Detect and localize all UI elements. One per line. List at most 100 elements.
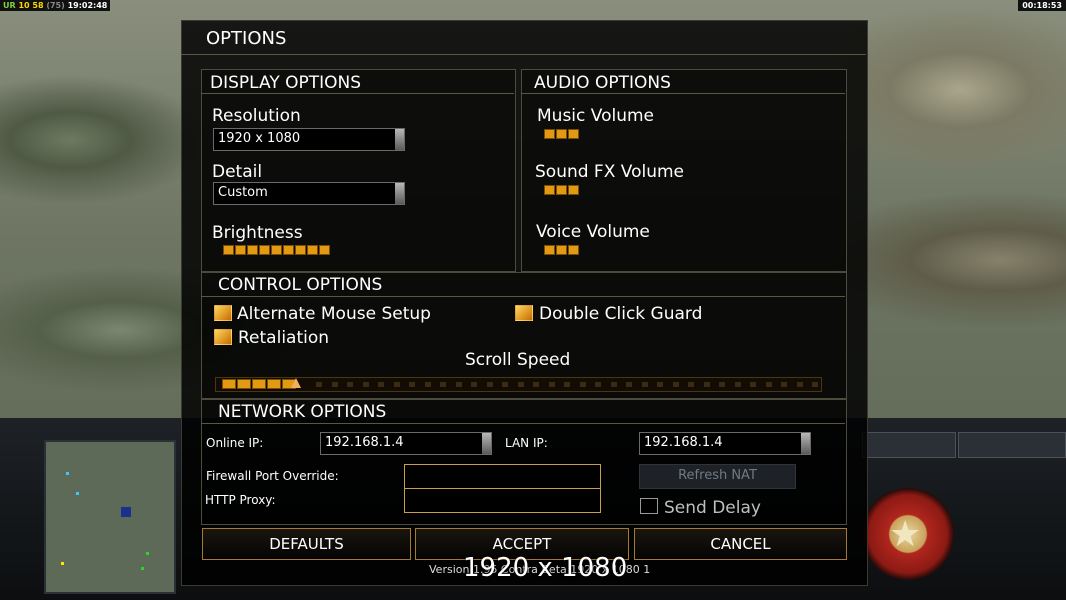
slider-segment <box>556 245 567 255</box>
firewall-port-label: Firewall Port Override: <box>206 469 339 483</box>
scroll-speed-tick <box>502 382 508 387</box>
hud-resources: UR 10 58 (75) 19:02:48 <box>0 0 111 11</box>
slider-segment <box>568 185 579 195</box>
scroll-speed-tick <box>688 382 694 387</box>
control-options-header: CONTROL OPTIONS <box>218 275 383 295</box>
resolution-dropdown[interactable]: 1920 x 1080 <box>213 128 405 151</box>
scroll-speed-tick <box>595 382 601 387</box>
minimap-base <box>121 507 131 517</box>
alt-mouse-checkbox[interactable] <box>214 305 232 321</box>
scroll-speed-tick <box>750 382 756 387</box>
double-click-guard-checkbox[interactable] <box>515 305 533 321</box>
scroll-speed-tick <box>719 382 725 387</box>
sidebar-tab-right[interactable] <box>958 432 1066 458</box>
online-ip-label: Online IP: <box>206 436 264 450</box>
scroll-speed-tick <box>765 382 772 387</box>
slider-segment <box>544 129 555 139</box>
slider-segment <box>544 245 555 255</box>
retaliation-checkbox[interactable] <box>214 329 232 345</box>
slider-segment <box>271 245 282 255</box>
slider-segment <box>544 185 555 195</box>
scroll-speed-tick <box>362 382 369 387</box>
scroll-speed-slider[interactable] <box>215 377 822 392</box>
slider-segment <box>295 245 306 255</box>
slider-segment <box>307 245 318 255</box>
scroll-speed-tick <box>796 382 803 387</box>
audio-header-divider <box>521 93 845 94</box>
music-volume-label: Music Volume <box>537 106 654 126</box>
minimap-unit <box>61 562 64 565</box>
scroll-speed-tick <box>409 382 415 387</box>
scroll-speed-segment <box>252 379 266 389</box>
online-ip-dropdown[interactable]: 192.168.1.4 <box>320 432 492 455</box>
brightness-label: Brightness <box>212 223 303 243</box>
display-header-divider <box>201 93 514 94</box>
scroll-speed-tick <box>672 382 679 387</box>
scroll-speed-tick <box>734 382 741 387</box>
hud-game-timer: 00:18:53 <box>1018 0 1066 11</box>
refresh-nat-button[interactable]: Refresh NAT <box>639 464 796 489</box>
slider-segment <box>568 245 579 255</box>
detail-value: Custom <box>218 185 268 200</box>
cancel-button[interactable]: CANCEL <box>634 528 847 560</box>
hud-time-left: 19:02:48 <box>67 1 108 10</box>
scroll-speed-tick <box>378 382 384 387</box>
sidebar-tab-left[interactable] <box>862 432 956 458</box>
scroll-speed-tick <box>579 382 586 387</box>
scroll-speed-tick <box>517 382 524 387</box>
control-header-divider <box>201 296 845 297</box>
scroll-speed-tick <box>533 382 539 387</box>
scroll-speed-segment <box>222 379 236 389</box>
dropdown-arrow-icon[interactable] <box>482 433 491 454</box>
dropdown-arrow-icon[interactable] <box>801 433 810 454</box>
firewall-port-input[interactable] <box>404 464 601 490</box>
lan-ip-value: 192.168.1.4 <box>644 435 723 450</box>
display-options-header: DISPLAY OPTIONS <box>210 73 362 93</box>
minimap-unit <box>141 567 144 570</box>
sfx-volume-slider[interactable] <box>544 185 579 195</box>
alt-mouse-label: Alternate Mouse Setup <box>237 304 431 324</box>
scroll-speed-tick <box>331 382 338 387</box>
retaliation-label: Retaliation <box>238 328 330 348</box>
detail-dropdown[interactable]: Custom <box>213 182 405 205</box>
scroll-speed-tick <box>347 382 353 387</box>
minimap[interactable] <box>44 440 176 594</box>
scroll-speed-tick <box>564 382 570 387</box>
voice-volume-label: Voice Volume <box>536 222 650 242</box>
scroll-speed-tick <box>471 382 477 387</box>
resolution-label: Resolution <box>212 106 301 126</box>
resolution-value: 1920 x 1080 <box>218 131 301 146</box>
slider-segment <box>283 245 294 255</box>
scroll-speed-tick <box>316 382 322 387</box>
brightness-slider[interactable] <box>223 245 330 255</box>
slider-segment <box>259 245 270 255</box>
title-divider <box>181 54 866 55</box>
slider-segment <box>568 129 579 139</box>
send-delay-checkbox[interactable] <box>640 498 658 514</box>
audio-options-header: AUDIO OPTIONS <box>534 73 671 93</box>
dropdown-arrow-icon[interactable] <box>395 183 404 204</box>
voice-volume-slider[interactable] <box>544 245 579 255</box>
hud-value-c: (75) <box>46 1 65 10</box>
scroll-speed-tick <box>812 382 818 387</box>
scroll-speed-tick <box>455 382 462 387</box>
slider-segment <box>319 245 330 255</box>
minimap-unit <box>76 492 79 495</box>
defaults-button[interactable]: DEFAULTS <box>202 528 411 560</box>
dialog-title: OPTIONS <box>206 28 287 49</box>
dropdown-arrow-icon[interactable] <box>395 129 404 150</box>
online-ip-value: 192.168.1.4 <box>325 435 404 450</box>
http-proxy-label: HTTP Proxy: <box>205 493 276 507</box>
scroll-speed-tick <box>626 382 632 387</box>
scroll-speed-tick <box>440 382 446 387</box>
resolution-overlay: 1920 x 1080 <box>463 553 628 583</box>
lan-ip-dropdown[interactable]: 192.168.1.4 <box>639 432 811 455</box>
http-proxy-input[interactable] <box>404 488 601 513</box>
detail-label: Detail <box>212 162 263 182</box>
scroll-speed-tick <box>424 382 431 387</box>
scroll-speed-label: Scroll Speed <box>465 350 571 370</box>
music-volume-slider[interactable] <box>544 129 579 139</box>
scroll-speed-tick <box>486 382 493 387</box>
minimap-unit <box>146 552 149 555</box>
scroll-speed-thumb[interactable] <box>291 378 301 388</box>
